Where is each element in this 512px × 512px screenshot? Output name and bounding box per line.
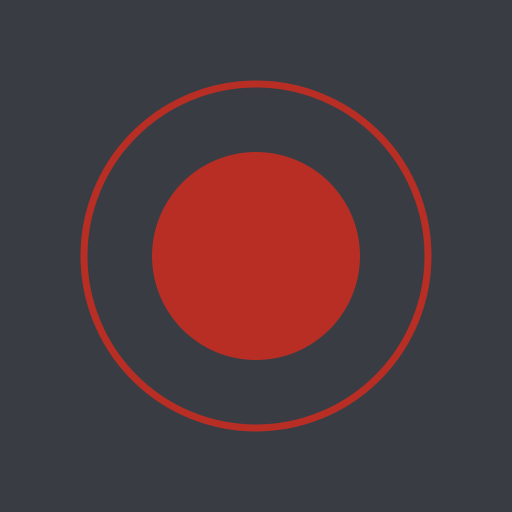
- record-icon-canvas: [0, 0, 512, 512]
- record-icon: [0, 0, 512, 512]
- inner-record-dot: [152, 152, 360, 360]
